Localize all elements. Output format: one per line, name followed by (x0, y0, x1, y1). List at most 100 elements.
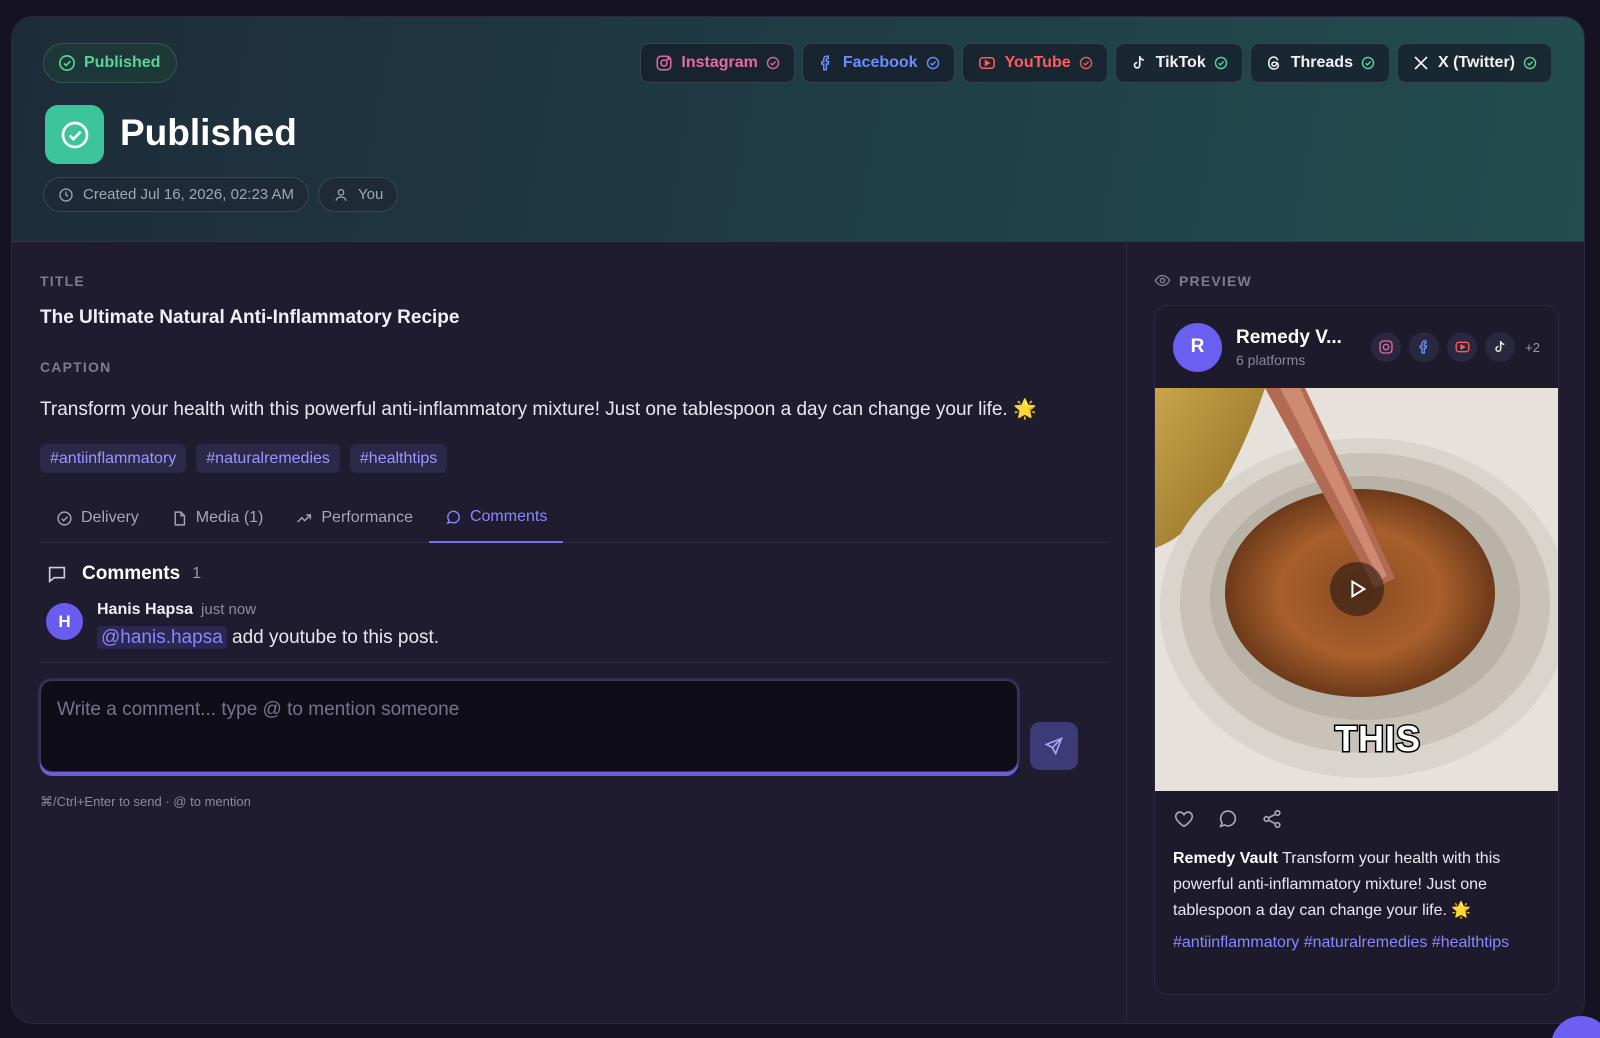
tiktok-icon[interactable] (1485, 332, 1516, 362)
tab-delivery[interactable]: Delivery (40, 493, 155, 543)
preview-account-label: Remedy Vault (1173, 850, 1278, 867)
play-icon (1351, 579, 1367, 599)
threads-icon (1267, 56, 1279, 70)
check-icon (1361, 56, 1375, 70)
post-preview-card: R Remedy V... 6 platforms +2 THIS Remedy… (1154, 305, 1559, 995)
facebook-icon (821, 55, 830, 71)
comments-header: Comments 1 (40, 563, 1110, 585)
status-badge: Published (43, 43, 178, 83)
message-circle-icon (446, 510, 460, 524)
comments-count: 1 (192, 565, 202, 582)
page-title: Published (120, 112, 297, 153)
message-square-icon (48, 566, 66, 584)
check-icon (766, 56, 780, 70)
instagram-icon[interactable] (1371, 332, 1402, 362)
file-icon (174, 510, 185, 526)
vertical-divider (1126, 242, 1127, 1023)
comment-time: just now (201, 601, 257, 618)
preview-caption: Remedy Vault Transform your health with … (1155, 846, 1558, 924)
check-icon (926, 56, 939, 70)
preview-label: PREVIEW (1154, 272, 1559, 289)
post-header: Published Instagram Facebook YouTube Tik… (12, 17, 1584, 242)
send-icon (1044, 737, 1063, 756)
created-text: Created Jul 16, 2026, 02:23 AM (83, 186, 294, 203)
hashtag-list: #antiinflammatory #naturalremedies #heal… (40, 444, 1110, 473)
hashtag[interactable]: #antiinflammatory (40, 444, 187, 473)
post-meta: Created Jul 16, 2026, 02:23 AM You (43, 177, 399, 212)
platform-label: Threads (1290, 54, 1353, 71)
author-pill: You (317, 177, 399, 212)
tab-media[interactable]: Media (1) (155, 493, 280, 543)
comment-composer (40, 680, 1110, 772)
comment-author: Hanis Hapsa (97, 601, 194, 618)
comment-content: Hanis Hapsa just now @hanis.hapsa add you… (97, 601, 439, 649)
post-caption: Transform your health with this powerful… (40, 399, 1037, 420)
preview-account: Remedy V... 6 platforms (1236, 327, 1342, 368)
status-label: Published (84, 54, 161, 71)
preview-account-name: Remedy V... (1236, 326, 1342, 348)
created-date: Created Jul 16, 2026, 02:23 AM (43, 177, 309, 212)
tab-label: Media (1) (195, 509, 264, 526)
platform-label: Facebook (842, 54, 918, 71)
preview-panel: PREVIEW R Remedy V... 6 platforms +2 THI… (1154, 242, 1559, 995)
check-circle-icon (61, 121, 88, 148)
platform-label: X (Twitter) (1437, 54, 1515, 71)
preview-label-text: PREVIEW (1179, 272, 1252, 289)
comments-title: Comments (82, 563, 181, 584)
youtube-icon[interactable] (1447, 332, 1478, 362)
tab-label: Delivery (81, 509, 139, 526)
check-icon (1523, 56, 1537, 70)
tab-performance[interactable]: Performance (279, 493, 429, 543)
check-icon (1079, 56, 1092, 70)
platform-instagram[interactable]: Instagram (640, 43, 795, 83)
tiktok-icon (1133, 56, 1144, 69)
youtube-icon (978, 57, 995, 69)
preview-platform-count: 6 platforms (1236, 351, 1306, 368)
x-icon (1414, 56, 1428, 70)
comment-text: add youtube to this post. (226, 627, 440, 648)
post-title: The Ultimate Natural Anti-Inflammatory R… (40, 307, 460, 328)
clock-icon (59, 187, 73, 202)
hashtag[interactable]: #healthtips (349, 444, 448, 473)
avatar: R (1173, 322, 1222, 372)
comment-icon[interactable] (1217, 808, 1239, 830)
avatar: H (46, 603, 83, 640)
platform-youtube[interactable]: YouTube (961, 43, 1108, 83)
author-text: You (357, 186, 384, 203)
caption-label: CAPTION (40, 359, 112, 375)
share-icon[interactable] (1261, 808, 1283, 830)
comment-input[interactable] (40, 680, 1018, 772)
platform-threads[interactable]: Threads (1249, 43, 1390, 83)
more-platforms-count[interactable]: +2 (1525, 340, 1540, 355)
tab-label: Performance (321, 509, 413, 526)
detail-tabs: Delivery Media (1) Performance Comments (40, 493, 1110, 543)
heart-icon[interactable] (1173, 808, 1195, 830)
preview-header: R Remedy V... 6 platforms +2 (1155, 306, 1558, 388)
play-button[interactable] (1330, 562, 1384, 616)
preview-video-thumbnail[interactable]: THIS (1155, 388, 1558, 791)
platform-label: TikTok (1155, 54, 1206, 71)
platform-facebook[interactable]: Facebook (801, 43, 955, 83)
tab-comments[interactable]: Comments (428, 493, 564, 543)
facebook-icon[interactable] (1409, 332, 1440, 362)
check-icon (1214, 56, 1227, 70)
platform-tiktok[interactable]: TikTok (1114, 43, 1243, 83)
comment-body: @hanis.hapsa add youtube to this post. (97, 626, 440, 649)
platform-label: YouTube (1004, 54, 1071, 71)
composer-hint: ⌘/Ctrl+Enter to send · @ to mention (40, 794, 251, 809)
preview-actions (1155, 791, 1558, 846)
mention-link[interactable]: @hanis.hapsa (97, 626, 227, 649)
tab-label: Comments (469, 508, 548, 525)
eye-icon (1154, 274, 1171, 287)
check-circle-icon (57, 510, 72, 526)
platform-list: Instagram Facebook YouTube TikTok Thread (640, 43, 1552, 83)
instagram-icon (656, 55, 672, 71)
platform-x-twitter[interactable]: X (Twitter) (1396, 43, 1552, 83)
check-circle-icon (59, 55, 75, 71)
send-button[interactable] (1030, 722, 1078, 770)
preview-platform-icons: +2 (1371, 332, 1540, 362)
hashtag[interactable]: #naturalremedies (196, 444, 340, 473)
trending-up-icon (297, 513, 312, 523)
user-icon (335, 188, 347, 201)
post-details: TITLE The Ultimate Natural Anti-Inflamma… (40, 242, 1110, 810)
